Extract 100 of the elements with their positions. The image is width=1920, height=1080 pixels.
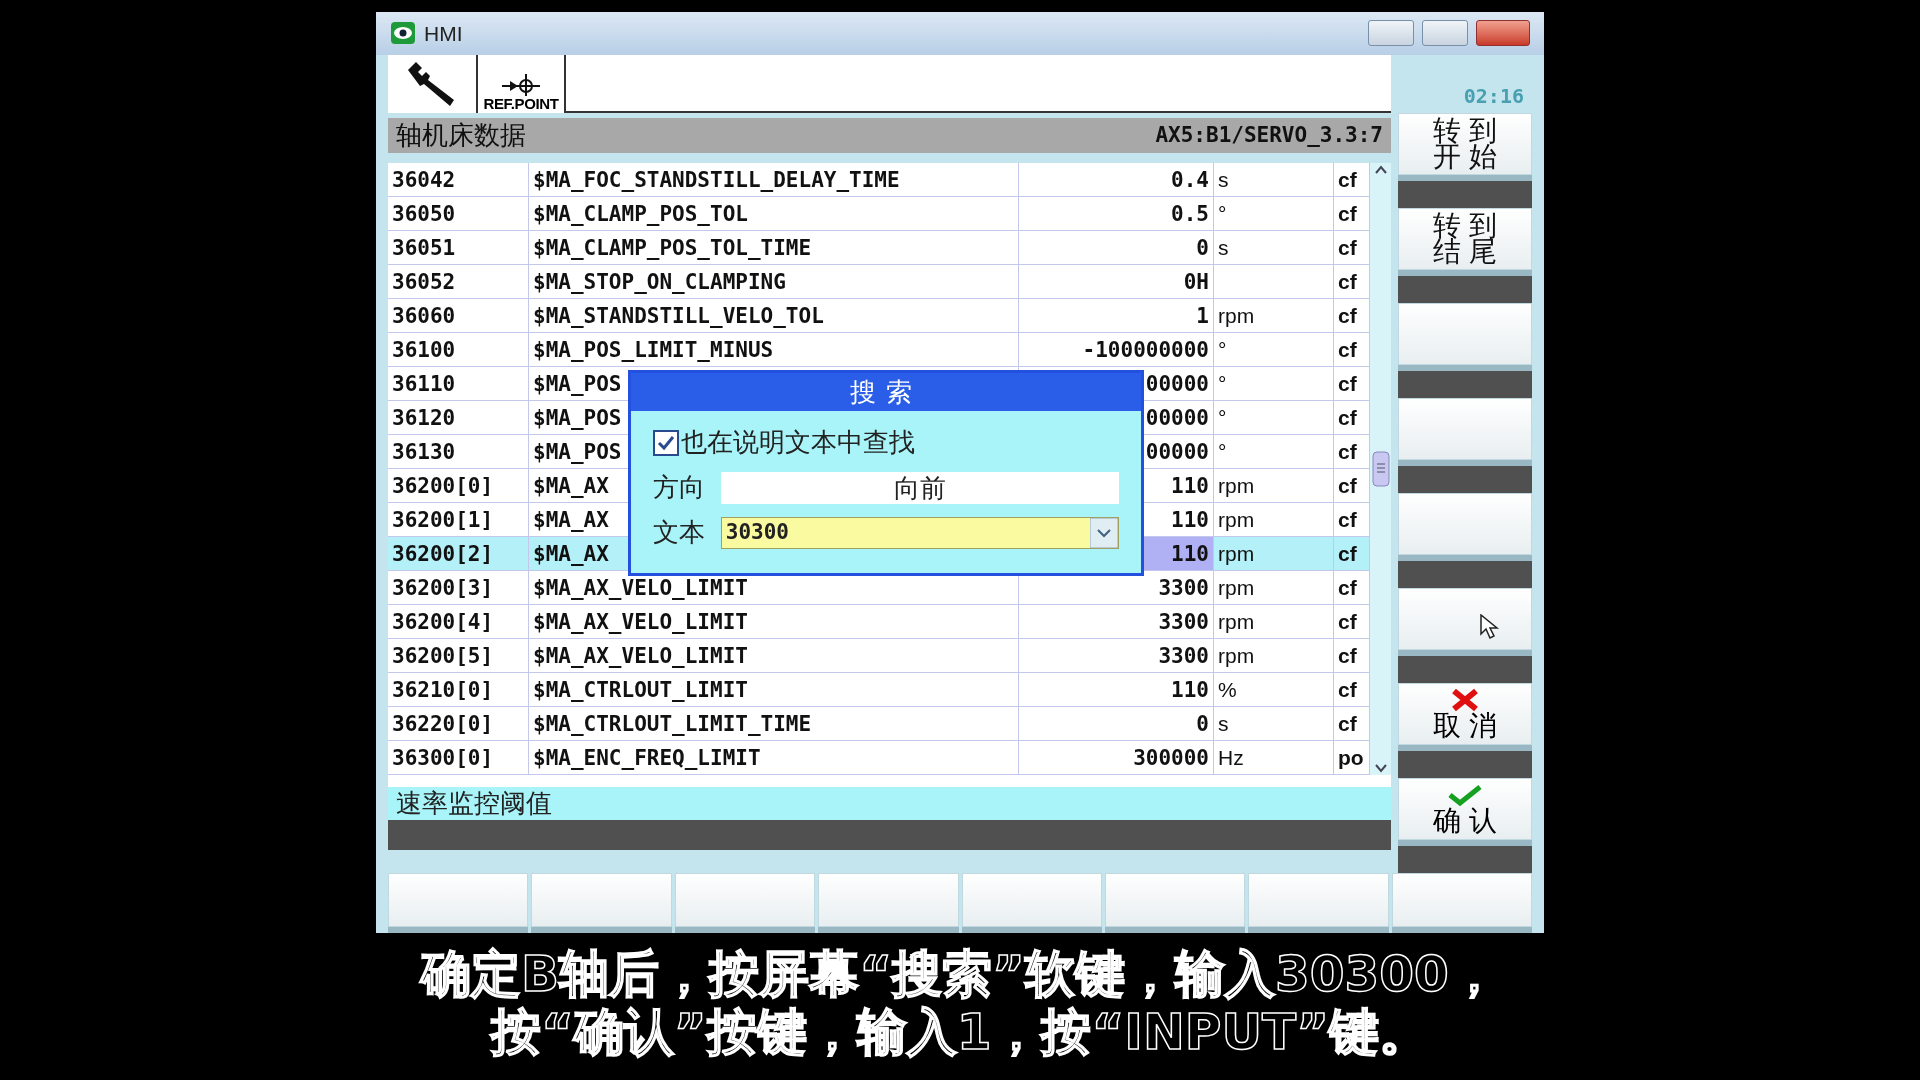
table-cell: $MA_AX_VELO_LIMIT (529, 605, 1019, 638)
window-title: HMI (424, 20, 463, 47)
table-cell-text: cf (1337, 201, 1358, 227)
table-cell: rpm (1214, 299, 1334, 332)
soft-key[interactable] (818, 873, 959, 933)
soft-key[interactable] (674, 873, 816, 933)
search-text-field[interactable]: 30300 (720, 516, 1119, 549)
soft-key[interactable]: 转 到 结 尾 (1398, 208, 1532, 276)
table-cell: 36050 (388, 197, 529, 230)
table-cell-text: cf (1337, 507, 1358, 533)
soft-key[interactable] (1391, 873, 1532, 933)
table-row[interactable]: 36210[0] $MA_CTRLOUT_LIMIT 110 % cf (388, 673, 1369, 707)
table-row[interactable]: 36200[5] $MA_AX_VELO_LIMIT 3300 rpm cf (388, 639, 1369, 673)
table-row[interactable]: 36060 $MA_STANDSTILL_VELO_TOL 1 rpm cf (388, 299, 1369, 333)
checkmark-icon (657, 434, 675, 451)
table-cell: 0 (1019, 707, 1214, 740)
table-cell: 36200[5] (388, 639, 529, 672)
table-cell: 36300[0] (388, 741, 529, 774)
table-cell-text: cf (1337, 439, 1358, 465)
table-cell: $MA_CLAMP_POS_TOL_TIME (529, 231, 1019, 264)
table-cell: 3300 (1019, 639, 1214, 672)
table-cell-text: cf (1337, 235, 1358, 261)
table-cell: 1 (1019, 299, 1214, 332)
table-cell: rpm (1214, 537, 1334, 570)
soft-key[interactable]: 确 认 (1398, 778, 1532, 846)
checkmark-icon (1446, 783, 1484, 807)
soft-key[interactable]: 转 到 开 始 (1398, 113, 1532, 181)
soft-key[interactable] (1398, 493, 1532, 561)
table-cell: $MA_ENC_FREQ_LIMIT (529, 741, 1019, 774)
direction-field[interactable]: 向前 (720, 471, 1119, 504)
table-row[interactable]: 36050 $MA_CLAMP_POS_TOL 0.5 ° cf (388, 197, 1369, 231)
scroll-thumb-icon (1371, 451, 1390, 487)
wrench-button[interactable] (388, 55, 478, 113)
table-cell: ° (1214, 197, 1334, 230)
soft-key[interactable] (531, 873, 672, 933)
table-row[interactable]: 36052 $MA_STOP_ON_CLAMPING 0H cf (388, 265, 1369, 299)
table-row[interactable]: 36300[0] $MA_ENC_FREQ_LIMIT 300000 Hz po (388, 741, 1369, 775)
table-cell: rpm (1214, 503, 1334, 536)
checkbox[interactable] (653, 429, 679, 456)
soft-key[interactable] (961, 873, 1102, 933)
table-cell-text: cf (1337, 575, 1358, 601)
description-text: 速率监控阈值 (396, 787, 552, 820)
table-cell: 36120 (388, 401, 529, 434)
table-cell: rpm (1214, 639, 1334, 672)
table-cell: Hz (1214, 741, 1334, 774)
table-row[interactable]: 36100 $MA_POS_LIMIT_MINUS -100000000 ° cf (388, 333, 1369, 367)
table-cell: 36220[0] (388, 707, 529, 740)
table-cell-text: cf (1337, 711, 1358, 737)
table-cell: 36210[0] (388, 673, 529, 706)
table-cell: $MA_CTRLOUT_LIMIT_TIME (529, 707, 1019, 740)
dropdown-icon[interactable] (1090, 517, 1118, 548)
table-cell: 0H (1019, 265, 1214, 298)
table-row[interactable]: 36200[4] $MA_AX_VELO_LIMIT 3300 rpm cf (388, 605, 1369, 639)
clock-time: 02:16 (1463, 83, 1524, 110)
table-cell: 36110 (388, 367, 529, 400)
close-button[interactable] (1476, 20, 1530, 47)
table-cell: 36100 (388, 333, 529, 366)
table-cell-text: cf (1337, 337, 1358, 363)
table-cell-text: cf (1337, 303, 1358, 329)
table-cell: 300000 (1019, 741, 1214, 774)
table-cell: 3300 (1019, 605, 1214, 638)
table-cell-text: cf (1337, 167, 1358, 193)
table-cell: $MA_STANDSTILL_VELO_TOL (529, 299, 1019, 332)
soft-key[interactable] (1104, 873, 1246, 933)
table-cell: ° (1214, 435, 1334, 468)
table-cell: s (1214, 163, 1334, 196)
scrollbar[interactable] (1369, 163, 1391, 775)
soft-key[interactable] (1398, 303, 1532, 371)
soft-key[interactable]: 取 消 (1398, 683, 1532, 751)
table-cell: 36200[1] (388, 503, 529, 536)
table-row[interactable]: 36051 $MA_CLAMP_POS_TOL_TIME 0 s cf (388, 231, 1369, 265)
table-cell: % (1214, 673, 1334, 706)
table-cell: 0.5 (1019, 197, 1214, 230)
table-cell-text: cf (1337, 371, 1358, 397)
table-cell: $MA_STOP_ON_CLAMPING (529, 265, 1019, 298)
table-cell: $MA_CLAMP_POS_TOL (529, 197, 1019, 230)
table-cell: 0.4 (1019, 163, 1214, 196)
table-cell: 36060 (388, 299, 529, 332)
soft-key[interactable] (1248, 873, 1389, 933)
table-cell: -100000000 (1019, 333, 1214, 366)
maximize-button[interactable] (1422, 20, 1468, 47)
axis-path: AX5:B1/SERVO_3.3:7 (1155, 121, 1383, 149)
table-cell-text: cf (1337, 269, 1358, 295)
table-cell: 36052 (388, 265, 529, 298)
table-cell: ° (1214, 333, 1334, 366)
table-cell: ° (1214, 401, 1334, 434)
reference-point-button[interactable]: REF.POINT (478, 55, 566, 113)
subtitle-line: 按“确认”按键，输入1，按“INPUT”键。 (490, 1003, 1429, 1061)
soft-key[interactable] (1398, 588, 1532, 656)
table-cell: ° (1214, 367, 1334, 400)
table-cell: 0 (1019, 231, 1214, 264)
table-cell: 36051 (388, 231, 529, 264)
table-cell: $MA_AX_VELO_LIMIT (529, 639, 1019, 672)
soft-key[interactable] (388, 873, 529, 933)
table-row[interactable]: 36220[0] $MA_CTRLOUT_LIMIT_TIME 0 s cf (388, 707, 1369, 741)
soft-key[interactable] (1398, 398, 1532, 466)
minimize-button[interactable] (1368, 20, 1414, 47)
header-title: 轴机床数据 (396, 119, 526, 152)
table-row[interactable]: 36042 $MA_FOC_STANDSTILL_DELAY_TIME 0.4 s cf (388, 163, 1369, 197)
eye-icon (390, 21, 416, 46)
